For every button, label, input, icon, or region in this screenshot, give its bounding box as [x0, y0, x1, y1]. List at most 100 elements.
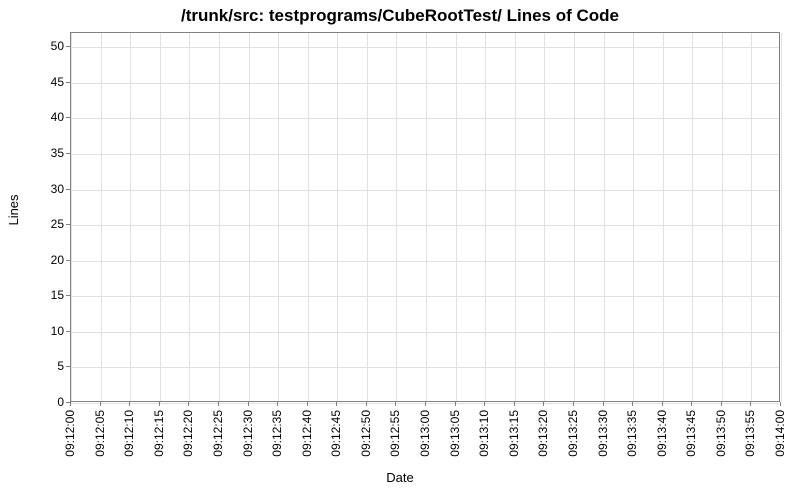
grid-line-v [160, 33, 161, 401]
grid-line-v [101, 33, 102, 401]
x-tick-label: 09:12:30 [241, 410, 255, 457]
grid-line-v [574, 33, 575, 401]
x-tick-label: 09:12:20 [181, 410, 195, 457]
y-tick-label: 45 [34, 75, 64, 89]
x-tick-label: 09:13:50 [714, 410, 728, 457]
x-tick-label: 09:13:35 [625, 410, 639, 457]
x-tick-label: 09:13:55 [743, 410, 757, 457]
grid-line-v [633, 33, 634, 401]
grid-line-h [71, 118, 779, 119]
x-tick-mark [70, 402, 71, 406]
x-tick-mark [218, 402, 219, 406]
x-tick-mark [632, 402, 633, 406]
chart-title: /trunk/src: testprograms/CubeRootTest/ L… [0, 6, 800, 26]
chart-root: /trunk/src: testprograms/CubeRootTest/ L… [0, 0, 800, 500]
y-tick-mark [66, 366, 70, 367]
grid-line-h [71, 367, 779, 368]
grid-line-v [396, 33, 397, 401]
x-tick-mark [455, 402, 456, 406]
x-tick-label: 09:13:05 [448, 410, 462, 457]
y-tick-label: 35 [34, 146, 64, 160]
y-tick-mark [66, 295, 70, 296]
x-tick-mark [277, 402, 278, 406]
grid-line-v [189, 33, 190, 401]
x-tick-label: 09:13:25 [566, 410, 580, 457]
x-tick-mark [573, 402, 574, 406]
y-tick-label: 10 [34, 324, 64, 338]
y-tick-mark [66, 224, 70, 225]
x-tick-mark [188, 402, 189, 406]
grid-line-h [71, 83, 779, 84]
grid-line-v [130, 33, 131, 401]
grid-line-v [367, 33, 368, 401]
x-tick-label: 09:12:10 [122, 410, 136, 457]
x-tick-mark [366, 402, 367, 406]
y-axis-label: Lines [6, 194, 21, 225]
x-tick-mark [780, 402, 781, 406]
grid-line-h [71, 47, 779, 48]
x-tick-label: 09:13:45 [684, 410, 698, 457]
y-tick-mark [66, 117, 70, 118]
plot-area [70, 32, 780, 402]
grid-line-h [71, 154, 779, 155]
grid-line-v [308, 33, 309, 401]
grid-line-v [249, 33, 250, 401]
grid-line-h [71, 190, 779, 191]
x-tick-label: 09:12:55 [388, 410, 402, 457]
x-tick-label: 09:13:15 [507, 410, 521, 457]
x-tick-mark [750, 402, 751, 406]
y-tick-label: 25 [34, 217, 64, 231]
x-tick-mark [691, 402, 692, 406]
y-tick-label: 5 [34, 359, 64, 373]
y-tick-label: 40 [34, 110, 64, 124]
x-tick-mark [662, 402, 663, 406]
x-tick-mark [336, 402, 337, 406]
x-tick-mark [514, 402, 515, 406]
grid-line-v [515, 33, 516, 401]
y-tick-label: 50 [34, 39, 64, 53]
x-tick-label: 09:13:30 [596, 410, 610, 457]
grid-line-h [71, 225, 779, 226]
grid-line-v [663, 33, 664, 401]
x-tick-label: 09:12:50 [359, 410, 373, 457]
x-tick-label: 09:12:35 [270, 410, 284, 457]
y-tick-mark [66, 331, 70, 332]
grid-line-v [456, 33, 457, 401]
x-tick-label: 09:12:05 [93, 410, 107, 457]
x-tick-mark [159, 402, 160, 406]
x-tick-mark [721, 402, 722, 406]
x-tick-label: 09:14:00 [773, 410, 787, 457]
grid-line-v [751, 33, 752, 401]
y-tick-label: 20 [34, 253, 64, 267]
x-tick-label: 09:12:40 [300, 410, 314, 457]
x-tick-label: 09:12:00 [63, 410, 77, 457]
x-tick-label: 09:12:45 [329, 410, 343, 457]
grid-line-v [544, 33, 545, 401]
x-tick-mark [543, 402, 544, 406]
x-tick-mark [129, 402, 130, 406]
y-tick-label: 30 [34, 182, 64, 196]
x-tick-label: 09:13:10 [477, 410, 491, 457]
y-tick-mark [66, 82, 70, 83]
y-tick-mark [66, 189, 70, 190]
grid-line-v [722, 33, 723, 401]
x-tick-mark [395, 402, 396, 406]
grid-line-v [604, 33, 605, 401]
grid-line-v [692, 33, 693, 401]
x-tick-mark [100, 402, 101, 406]
y-tick-mark [66, 153, 70, 154]
y-tick-label: 0 [34, 395, 64, 409]
grid-line-v [781, 33, 782, 401]
y-tick-mark [66, 46, 70, 47]
y-tick-mark [66, 260, 70, 261]
grid-line-v [278, 33, 279, 401]
x-tick-label: 09:13:20 [536, 410, 550, 457]
grid-line-h [71, 296, 779, 297]
grid-line-v [485, 33, 486, 401]
x-tick-label: 09:13:00 [418, 410, 432, 457]
x-axis-label: Date [0, 470, 800, 485]
y-tick-label: 15 [34, 288, 64, 302]
grid-line-v [71, 33, 72, 401]
grid-line-v [337, 33, 338, 401]
grid-line-h [71, 261, 779, 262]
